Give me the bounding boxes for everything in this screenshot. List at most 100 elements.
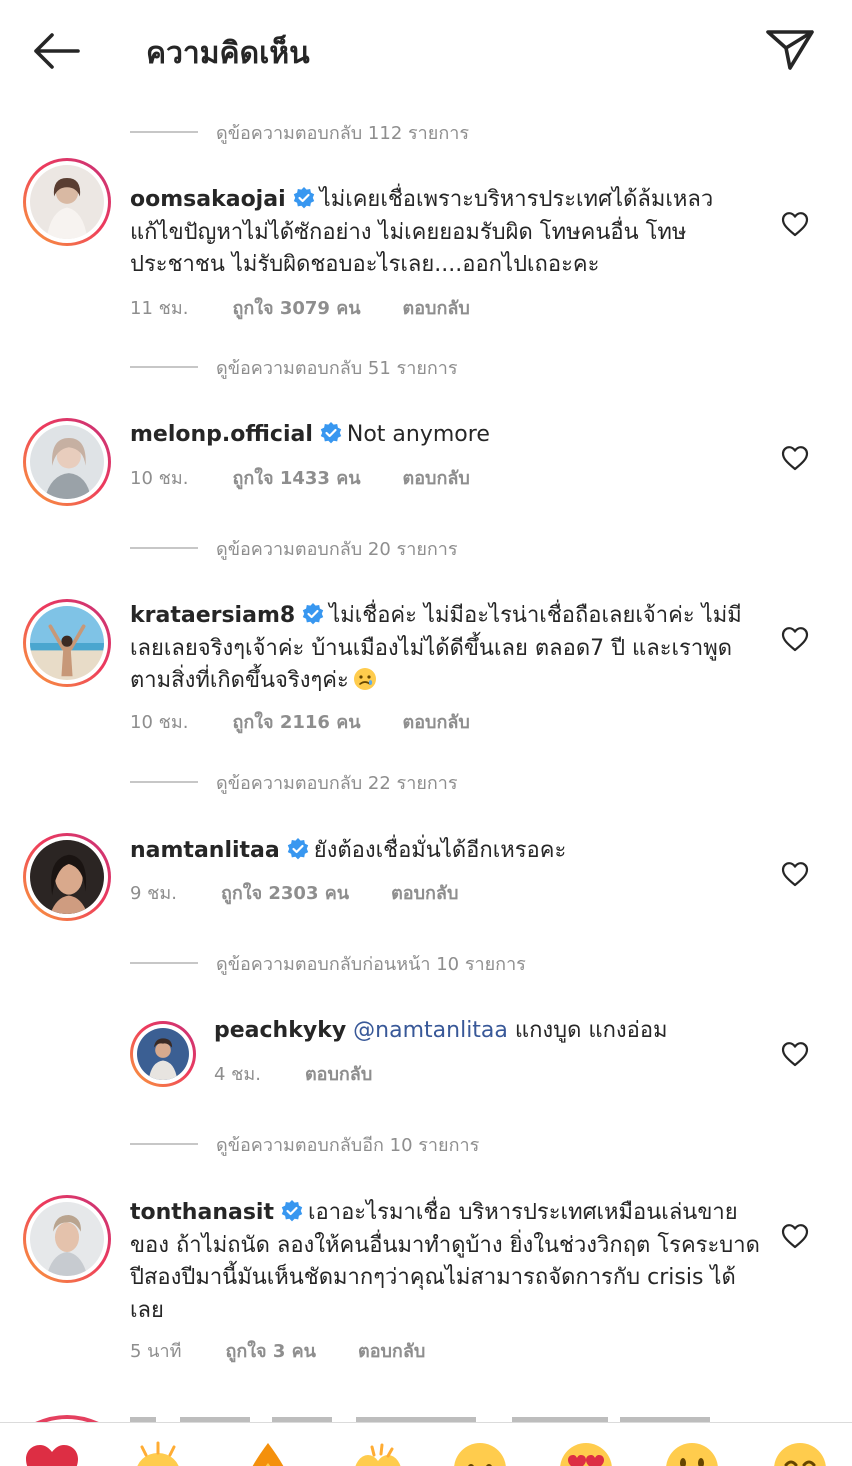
likes-count-link[interactable]: ถูกใจ 3 คน xyxy=(225,1336,316,1365)
avatar[interactable] xyxy=(23,418,111,506)
emoji-button[interactable] xyxy=(240,1441,296,1466)
reply-button[interactable]: ตอบกลับ xyxy=(358,1336,425,1365)
like-button[interactable] xyxy=(781,861,809,887)
red-heart-icon xyxy=(26,1445,78,1466)
comment-time: 9 ชม. xyxy=(130,883,177,904)
avatar-image xyxy=(30,425,104,499)
heart-outline-icon xyxy=(781,446,809,471)
back-button[interactable] xyxy=(26,28,86,74)
heart-eyes-face-icon xyxy=(560,1443,612,1466)
emoji-button[interactable] xyxy=(558,1441,614,1466)
share-button[interactable] xyxy=(762,24,818,74)
likes-count-link[interactable]: ถูกใจ 2303 คน xyxy=(221,878,349,907)
comment-meta: 10 ชม. ถูกใจ 2116 คน ตอบกลับ xyxy=(130,707,470,736)
like-button[interactable] xyxy=(781,626,809,652)
comment-body: krataersiam8 ไม่เชื่อค่ะ ไม่มีอะไรน่าเชื่… xyxy=(130,600,762,698)
divider-line xyxy=(130,131,198,133)
avatar[interactable] xyxy=(23,833,111,921)
mention-link[interactable]: @namtanlitaa xyxy=(353,1018,508,1043)
emoji-button[interactable] xyxy=(24,1441,80,1466)
like-button[interactable] xyxy=(781,1223,809,1249)
heart-outline-icon xyxy=(781,862,809,887)
view-replies-link[interactable]: ดูข้อความตอบกลับ 22 รายการ xyxy=(130,767,458,797)
reply-button[interactable]: ตอบกลับ xyxy=(305,1059,372,1088)
comment-username[interactable]: melonp.official xyxy=(130,422,313,447)
comment-text: ยังต้องเชื่อมั่นได้อีกเหรอคะ xyxy=(313,838,567,863)
like-button[interactable] xyxy=(781,1041,809,1067)
comment-body: melonp.official Not anymore xyxy=(130,419,762,452)
reply-button[interactable]: ตอบกลับ xyxy=(403,707,470,736)
emoji-reaction-bar xyxy=(0,1422,852,1466)
emoji-button[interactable] xyxy=(130,1441,186,1466)
comment-username[interactable]: namtanlitaa xyxy=(130,838,280,863)
likes-count-link[interactable]: ถูกใจ 1433 คน xyxy=(232,463,360,492)
comment-meta: 9 ชม. ถูกใจ 2303 คน ตอบกลับ xyxy=(130,878,458,907)
like-button[interactable] xyxy=(781,445,809,471)
heart-outline-icon xyxy=(781,1042,809,1067)
view-previous-replies-link[interactable]: ดูข้อความตอบกลับก่อนหน้า 10 รายการ xyxy=(130,948,526,978)
comment-time: 5 นาที xyxy=(130,1341,182,1362)
comment-time: 10 ชม. xyxy=(130,712,189,733)
page-title: ความคิดเห็น xyxy=(146,36,310,71)
likes-count-link[interactable]: ถูกใจ 2116 คน xyxy=(232,707,360,736)
avatar[interactable] xyxy=(23,1195,111,1283)
paper-plane-icon xyxy=(766,30,814,70)
avatar-ring-partial xyxy=(35,1415,710,1422)
view-replies-link[interactable]: ดูข้อความตอบกลับ 20 รายการ xyxy=(130,533,458,563)
emoji-button[interactable] xyxy=(452,1441,508,1466)
divider-line xyxy=(130,781,198,783)
clapping-hands-icon xyxy=(137,1441,179,1466)
comment-meta: 11 ชม. ถูกใจ 3079 คน ตอบกลับ xyxy=(130,293,470,322)
emoji-button[interactable] xyxy=(350,1441,406,1466)
comment-text: Not anymore xyxy=(346,422,490,447)
avatar-image xyxy=(30,165,104,239)
emoji-button[interactable] xyxy=(772,1441,828,1466)
avatar-image xyxy=(30,606,104,680)
comment-time: 11 ชม. xyxy=(130,298,189,319)
comment-meta: 4 ชม. ตอบกลับ xyxy=(214,1059,372,1088)
avatar-image xyxy=(30,1202,104,1276)
comment-body: tonthanasit เอาอะไรมาเชื่อ บริหารประเทศเห… xyxy=(130,1197,762,1327)
comment-body: oomsakaojai ไม่เคยเชื่อเพราะบริหารประเทศไ… xyxy=(130,184,762,282)
comment-username[interactable]: tonthanasit xyxy=(130,1200,274,1225)
divider-line xyxy=(130,962,198,964)
comment-username[interactable]: oomsakaojai xyxy=(130,187,286,212)
verified-badge-icon xyxy=(302,603,324,625)
view-replies-label: ดูข้อความตอบกลับ 22 รายการ xyxy=(216,772,458,794)
view-replies-link[interactable]: ดูข้อความตอบกลับ 51 รายการ xyxy=(130,352,458,382)
comment-text: แกงบูด แกงอ่อม xyxy=(514,1018,668,1043)
reply-button[interactable]: ตอบกลับ xyxy=(403,293,470,322)
verified-badge-icon xyxy=(293,187,314,209)
comment-username[interactable]: krataersiam8 xyxy=(130,603,295,628)
like-button[interactable] xyxy=(781,211,809,237)
avatar-image xyxy=(137,1028,189,1080)
avatar[interactable] xyxy=(23,158,111,246)
next-comment-partial xyxy=(0,1408,852,1422)
comment-body: peachkyky @namtanlitaa แกงบูด แกงอ่อม xyxy=(214,1015,762,1048)
smiling-face-icon xyxy=(774,1443,826,1466)
fire-icon xyxy=(252,1443,284,1466)
divider-line xyxy=(130,366,198,368)
verified-badge-icon xyxy=(281,1200,303,1222)
view-replies-label: ดูข้อความตอบกลับ 112 รายการ xyxy=(216,122,470,144)
view-replies-label: ดูข้อความตอบกลับ 51 รายการ xyxy=(216,357,458,379)
view-replies-link[interactable]: ดูข้อความตอบกลับ 112 รายการ xyxy=(130,117,469,147)
avatar[interactable] xyxy=(23,599,111,687)
verified-badge-icon xyxy=(320,422,342,444)
comment-username[interactable]: peachkyky xyxy=(214,1018,346,1043)
comment-body: namtanlitaa ยังต้องเชื่อมั่นได้อีกเหรอคะ xyxy=(130,835,762,868)
heart-outline-icon xyxy=(781,212,809,237)
sad-face-emoji-icon xyxy=(353,668,376,690)
view-replies-label: ดูข้อความตอบกลับอีก 10 รายการ xyxy=(216,1134,480,1156)
reply-button[interactable]: ตอบกลับ xyxy=(403,463,470,492)
avatar[interactable] xyxy=(130,1021,196,1087)
comment-time: 4 ชม. xyxy=(214,1064,261,1085)
emoji-button[interactable] xyxy=(664,1441,720,1466)
heart-outline-icon xyxy=(781,627,809,652)
reply-button[interactable]: ตอบกลับ xyxy=(391,878,458,907)
verified-badge-icon xyxy=(287,838,308,860)
grinning-face-icon xyxy=(666,1443,718,1466)
avatar-image xyxy=(30,840,104,914)
likes-count-link[interactable]: ถูกใจ 3079 คน xyxy=(232,293,360,322)
view-more-replies-link[interactable]: ดูข้อความตอบกลับอีก 10 รายการ xyxy=(130,1129,479,1159)
